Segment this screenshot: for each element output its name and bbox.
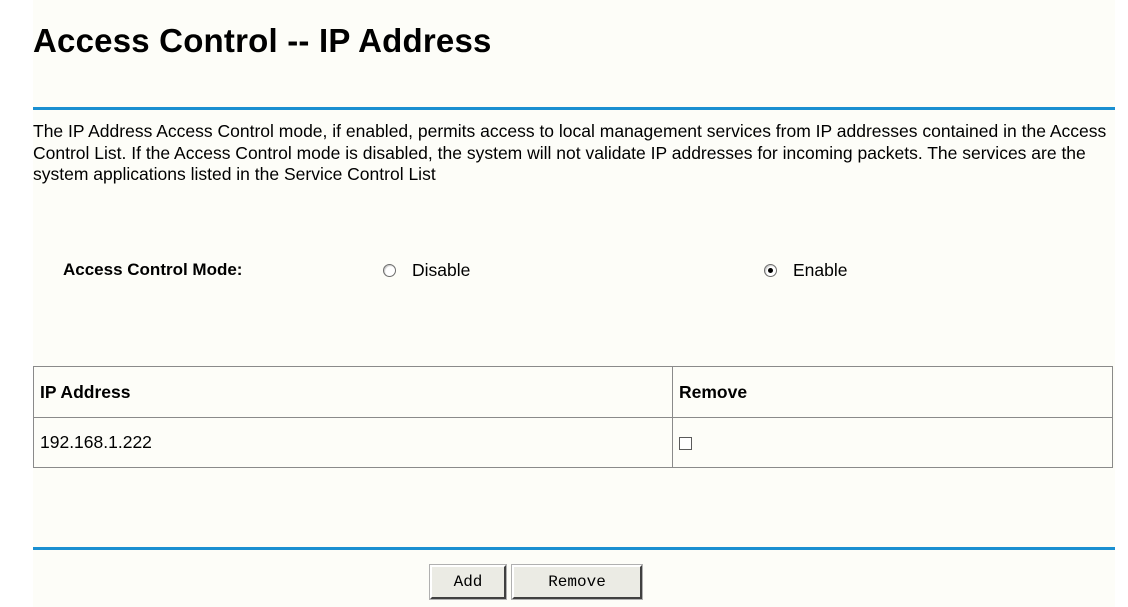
column-header-remove: Remove bbox=[672, 366, 1113, 418]
content-panel bbox=[33, 0, 1115, 607]
radio-enable[interactable]: Enable bbox=[764, 260, 848, 281]
radio-disable[interactable]: Disable bbox=[383, 260, 470, 281]
radio-disable-control[interactable] bbox=[383, 264, 396, 277]
radio-enable-label: Enable bbox=[793, 260, 848, 280]
ip-address-cell: 192.168.1.222 bbox=[33, 417, 673, 468]
access-control-table: IP Address Remove 192.168.1.222 bbox=[33, 366, 1113, 468]
add-button[interactable]: Add bbox=[429, 564, 507, 600]
radio-disable-label: Disable bbox=[412, 260, 471, 280]
remove-button[interactable]: Remove bbox=[511, 564, 643, 600]
table-header-row: IP Address Remove bbox=[33, 366, 1113, 418]
page-title: Access Control -- IP Address bbox=[33, 22, 492, 59]
remove-cell bbox=[672, 417, 1113, 468]
column-header-ip-address: IP Address bbox=[33, 366, 673, 418]
radio-enable-control[interactable] bbox=[764, 264, 777, 277]
remove-checkbox[interactable] bbox=[679, 436, 692, 450]
top-divider bbox=[33, 107, 1115, 110]
bottom-divider bbox=[33, 547, 1115, 550]
access-control-mode-label: Access Control Mode: bbox=[63, 260, 243, 279]
action-bar: Add Remove bbox=[0, 564, 1128, 600]
page-description: The IP Address Access Control mode, if e… bbox=[33, 121, 1107, 184]
table-row: 192.168.1.222 bbox=[33, 417, 1113, 468]
